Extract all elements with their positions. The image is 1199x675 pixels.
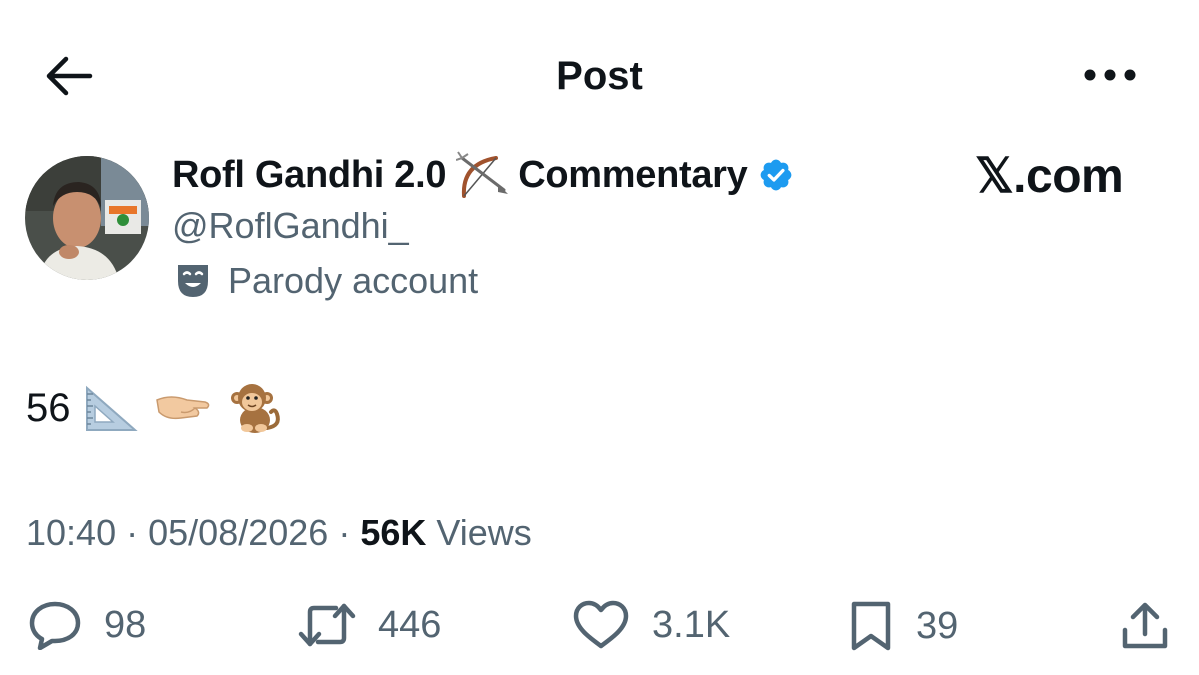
repost-icon (298, 600, 356, 650)
post-meta: 10:40 · 05/08/2026 · 56K Views (26, 510, 532, 556)
post-text-value: 56 (26, 386, 71, 430)
parody-label-text: Parody account (228, 260, 479, 301)
like-count: 3.1K (652, 604, 731, 646)
bookmark-button[interactable]: 39 (848, 600, 958, 652)
more-icon (1084, 69, 1136, 81)
triangular-ruler-icon (83, 384, 139, 432)
bookmark-icon (848, 600, 894, 652)
bookmark-count: 39 (916, 605, 959, 647)
like-icon (572, 600, 630, 650)
post-date[interactable]: 05/08/2026 (148, 512, 328, 553)
monkey-icon (227, 380, 283, 436)
views-count: 56K (360, 512, 427, 553)
page-title: Post (556, 54, 643, 98)
views-label: Views (436, 512, 532, 553)
avatar[interactable] (25, 156, 149, 280)
share-icon (1120, 600, 1170, 652)
repost-count: 446 (378, 604, 442, 646)
parody-mask-icon (176, 263, 210, 299)
author-name[interactable]: Rofl Gandhi 2.0 (172, 154, 447, 197)
author-name-row: Rofl Gandhi 2.0 Commentary (172, 150, 794, 200)
author-handle[interactable]: @RoflGandhi_ (172, 204, 409, 248)
post-text: 56 (26, 380, 283, 436)
post-time[interactable]: 10:40 (26, 512, 116, 553)
more-options-button[interactable] (1080, 60, 1140, 90)
watermark: 𝕏.com (975, 150, 1124, 203)
meta-separator: · (338, 512, 351, 553)
verified-icon[interactable] (758, 157, 794, 193)
reply-button[interactable]: 98 (28, 600, 146, 650)
like-button[interactable]: 3.1K (572, 600, 730, 650)
meta-separator: · (126, 512, 139, 553)
reply-icon (28, 600, 82, 650)
author-name-suffix: Commentary (518, 153, 748, 196)
repost-button[interactable]: 446 (298, 600, 441, 650)
bow-and-arrow-icon (456, 150, 512, 200)
reply-count: 98 (104, 604, 147, 646)
share-button[interactable] (1120, 600, 1170, 652)
parody-label: Parody account (176, 258, 478, 304)
pinching-hand-icon (151, 384, 215, 432)
